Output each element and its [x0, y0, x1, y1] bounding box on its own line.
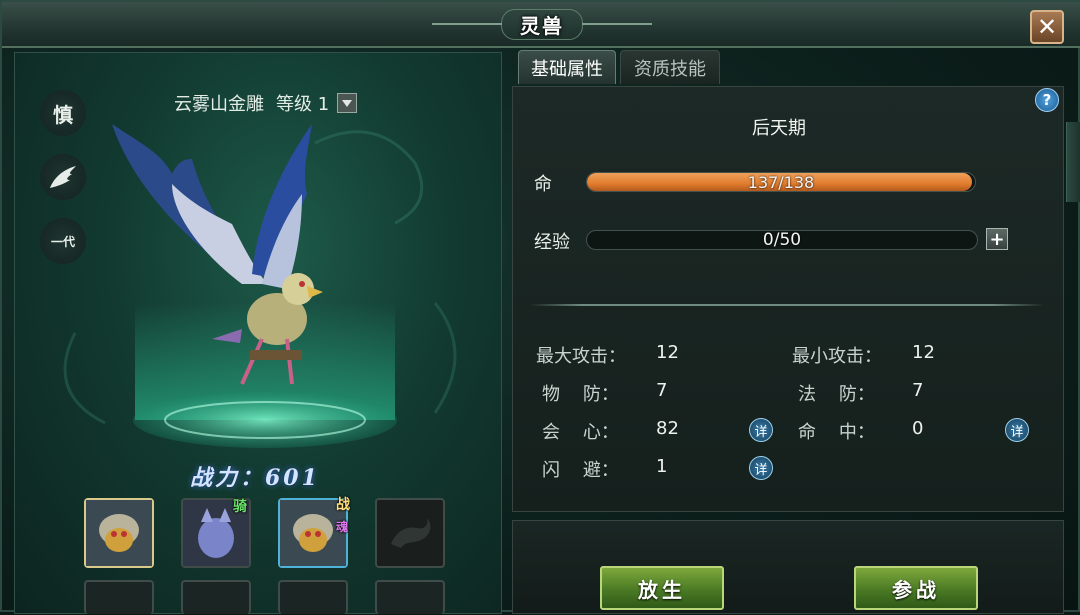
release-button[interactable]: 放生: [600, 566, 724, 610]
mount-badge: 骑: [233, 499, 247, 515]
action-panel: [512, 520, 1064, 614]
min-attack-value: 12: [912, 342, 935, 363]
exp-label: 经验: [534, 232, 570, 253]
golden-eagle-pet[interactable]: [102, 114, 342, 404]
dragon-silhouette-icon: [391, 518, 431, 548]
magic-defense-value: 7: [912, 380, 924, 401]
critical-label: 会 心：: [542, 422, 619, 443]
min-attack-label: 最小攻击：: [792, 346, 882, 367]
battle-button[interactable]: 参战: [854, 566, 978, 610]
pet-slot-7[interactable]: [278, 580, 348, 614]
attributes-panel: [512, 86, 1064, 512]
hit-value: 0: [912, 418, 924, 439]
hp-label: 命: [534, 174, 552, 195]
hit-detail-button[interactable]: 详: [1005, 418, 1029, 442]
tab-aptitude-skills[interactable]: 资质技能: [620, 50, 720, 84]
pet-level: 等级 1: [276, 94, 330, 115]
window-title: 灵兽: [501, 8, 583, 40]
hp-value: 137/138: [747, 172, 815, 192]
temperament-label: 慎: [53, 102, 73, 127]
pet-slot-5[interactable]: [84, 580, 154, 614]
pet-window: 灵兽 ✕ 慎 一代 云雾山金雕 等级 1 战力：601 骑 战 魂 基础属性 资…: [0, 0, 1080, 614]
pet-slot-1[interactable]: [84, 498, 154, 568]
dodge-detail-button[interactable]: 详: [749, 456, 773, 480]
generation-label: 一代: [50, 234, 75, 249]
tab-basic-attributes[interactable]: 基础属性: [518, 50, 616, 84]
max-attack-value: 12: [656, 342, 679, 363]
cultivation-stage: 后天期: [752, 118, 806, 139]
pet-slot-4-locked[interactable]: [375, 498, 445, 568]
hp-bar: 137/138: [586, 172, 976, 192]
exp-value: 0/50: [762, 230, 802, 250]
close-button[interactable]: ✕: [1030, 10, 1064, 44]
pet-slot-6[interactable]: [181, 580, 251, 614]
dodge-value: 1: [656, 456, 668, 477]
title-bar: 灵兽 ✕: [2, 2, 1080, 48]
wing-icon[interactable]: [40, 154, 86, 200]
pet-select-dropdown[interactable]: [337, 93, 358, 113]
divider: [530, 304, 1044, 306]
dodge-label: 闪 避：: [542, 460, 619, 481]
add-exp-button[interactable]: +: [986, 228, 1008, 250]
combat-power: 战力：601: [190, 465, 320, 491]
magic-defense-label: 法 防：: [798, 384, 875, 405]
hit-label: 命 中：: [798, 422, 875, 443]
temperament-icon[interactable]: 慎: [40, 90, 86, 136]
help-icon[interactable]: ?: [1035, 88, 1059, 112]
critical-value: 82: [656, 418, 679, 439]
side-tab[interactable]: [1066, 122, 1080, 202]
wing-glyph: [50, 166, 76, 188]
exp-bar: 0/50: [586, 230, 978, 250]
title-plate: 灵兽: [432, 6, 652, 42]
physical-defense-value: 7: [656, 380, 668, 401]
battle-badge: 战: [336, 497, 350, 513]
pet-name-row: 云雾山金雕 等级 1: [174, 90, 358, 116]
soul-badge: 魂: [335, 520, 348, 534]
max-attack-label: 最大攻击：: [536, 346, 626, 367]
pet-slot-2[interactable]: 骑: [181, 498, 251, 568]
pet-portrait-eagle: [86, 500, 152, 566]
close-icon: ✕: [1036, 13, 1058, 41]
pet-name: 云雾山金雕: [174, 94, 264, 115]
pet-slot-8[interactable]: [375, 580, 445, 614]
pet-slot-3[interactable]: 战 魂: [278, 497, 350, 568]
physical-defense-label: 物 防：: [542, 384, 619, 405]
critical-detail-button[interactable]: 详: [749, 418, 773, 442]
generation-icon[interactable]: 一代: [40, 218, 86, 264]
